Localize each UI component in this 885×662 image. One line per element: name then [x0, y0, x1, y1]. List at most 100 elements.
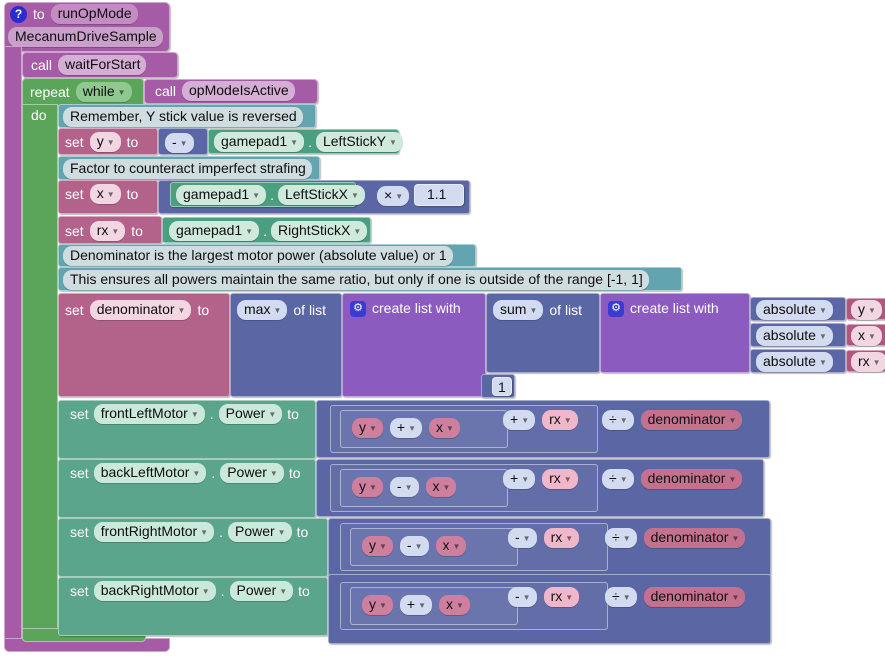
- divide-expression-row-1: y▼ -▼ x▼: [352, 477, 456, 497]
- set-y-variable-dropdown[interactable]: y▼: [90, 132, 121, 152]
- variable-rx-dropdown[interactable]: rx▼: [542, 410, 578, 430]
- variable-denominator-dropdown[interactable]: denominator▼: [644, 587, 746, 607]
- variable-y-dropdown[interactable]: y▼: [851, 300, 882, 320]
- blockly-workspace[interactable]: ? to runOpMode MecanumDriveSample call w…: [0, 0, 885, 662]
- gamepad-member-field[interactable]: RightStickX▼: [271, 221, 367, 241]
- motor-property-dropdown[interactable]: Power▼: [219, 404, 283, 424]
- gamepad-object-field[interactable]: gamepad1▼: [214, 132, 304, 152]
- chevron-down-icon: ▼: [731, 589, 739, 606]
- variable-denominator-dropdown[interactable]: denominator▼: [641, 469, 743, 489]
- motor-property-dropdown[interactable]: Power▼: [220, 463, 284, 483]
- opmodeisactive-name-field[interactable]: opModeIsActive: [182, 81, 295, 101]
- variable-x-dropdown[interactable]: x▼: [429, 418, 460, 438]
- max-of-list-row: max▼ of list: [237, 300, 326, 320]
- number-1point1-value[interactable]: 1.1: [427, 186, 446, 202]
- chevron-down-icon: ▼: [405, 479, 413, 496]
- chevron-down-icon: ▼: [111, 223, 119, 240]
- motor-name-dropdown[interactable]: frontLeftMotor▼: [94, 404, 205, 424]
- set-x-variable-dropdown[interactable]: x▼: [90, 184, 121, 204]
- set-label: set: [70, 524, 89, 541]
- variable-x-dropdown[interactable]: x▼: [426, 477, 457, 497]
- max-operator-dropdown[interactable]: max▼: [237, 300, 287, 320]
- repeat-mode-dropdown[interactable]: while▼: [76, 82, 132, 102]
- add-operator-dropdown-inner[interactable]: +▼: [400, 595, 432, 615]
- absolute-operator-dropdown[interactable]: absolute▼: [756, 300, 833, 320]
- chevron-down-icon: ▼: [408, 420, 416, 437]
- chevron-down-icon: ▼: [728, 412, 736, 429]
- gamepad-member-field[interactable]: LeftStickX▼: [278, 185, 365, 205]
- variable-denominator-dropdown[interactable]: denominator▼: [641, 410, 743, 430]
- gamepad-object-field[interactable]: gamepad1▼: [169, 221, 259, 241]
- divide-operator-dropdown[interactable]: ÷▼: [605, 528, 637, 548]
- gamepad-member-field[interactable]: LeftStickY▼: [316, 132, 403, 152]
- variable-x-dropdown[interactable]: x▼: [851, 326, 882, 346]
- motor-property-dropdown[interactable]: Power▼: [230, 581, 294, 601]
- set-y-row: set y▼ to: [65, 132, 138, 152]
- motor-name-dropdown[interactable]: backLeftMotor▼: [94, 463, 207, 483]
- motor-property-dropdown[interactable]: Power▼: [228, 522, 292, 542]
- to-label: to: [298, 583, 310, 600]
- procedure-name-field[interactable]: runOpMode: [51, 4, 138, 24]
- add-operator-dropdown-outer[interactable]: +▼: [503, 469, 535, 489]
- chevron-down-icon: ▼: [178, 302, 186, 319]
- to-label: to: [127, 134, 139, 151]
- waitforstart-name-field[interactable]: waitForStart: [58, 55, 146, 75]
- gear-icon[interactable]: ⚙: [350, 301, 366, 317]
- dot-separator: .: [270, 187, 274, 204]
- subtract-operator-dropdown-outer[interactable]: -▼: [508, 528, 537, 548]
- to-label: to: [297, 524, 309, 541]
- number-one-value[interactable]: 1: [498, 379, 506, 395]
- subtract-operator-dropdown-outer[interactable]: -▼: [508, 587, 537, 607]
- divide-operator-dropdown[interactable]: ÷▼: [602, 469, 634, 489]
- variable-x-dropdown[interactable]: x▼: [436, 536, 467, 556]
- subtract-operator-dropdown-inner[interactable]: -▼: [390, 477, 419, 497]
- variable-rx-dropdown[interactable]: rx▼: [851, 352, 885, 372]
- chevron-down-icon: ▼: [351, 187, 359, 204]
- set-rx-variable-dropdown[interactable]: rx▼: [90, 221, 126, 241]
- number-one-value-wrap: 1: [498, 379, 506, 397]
- add-operator-dropdown-inner[interactable]: +▼: [390, 418, 422, 438]
- absolute-y-wrap: absolute▼: [756, 300, 833, 320]
- chevron-down-icon: ▼: [731, 530, 739, 547]
- set-denominator-variable-dropdown[interactable]: denominator▼: [90, 300, 192, 320]
- variable-rx-dropdown[interactable]: rx▼: [542, 469, 578, 489]
- gear-icon[interactable]: ⚙: [608, 301, 624, 317]
- negate-operator-dropdown[interactable]: -▼: [165, 133, 194, 153]
- variable-y-dropdown[interactable]: y▼: [352, 477, 383, 497]
- gamepad-object-field[interactable]: gamepad1▼: [176, 185, 266, 205]
- variable-rx-dropdown[interactable]: rx▼: [544, 587, 580, 607]
- comment-text-1[interactable]: Remember, Y stick value is reversed: [63, 107, 303, 127]
- variable-denominator-dropdown[interactable]: denominator▼: [644, 528, 746, 548]
- absolute-operator-dropdown[interactable]: absolute▼: [756, 326, 833, 346]
- chevron-down-icon: ▼: [369, 420, 377, 437]
- to-label: to: [287, 406, 299, 423]
- chevron-down-icon: ▼: [623, 589, 631, 606]
- divide-operator-dropdown[interactable]: ÷▼: [602, 410, 634, 430]
- variable-x-abs-wrap: x▼: [851, 326, 882, 346]
- variable-rx-dropdown[interactable]: rx▼: [544, 528, 580, 548]
- question-mark-icon[interactable]: ?: [10, 6, 27, 23]
- subtract-operator-dropdown-inner[interactable]: -▼: [400, 536, 429, 556]
- variable-x-dropdown[interactable]: x▼: [439, 595, 470, 615]
- comment-text-4[interactable]: This ensures all powers maintain the sam…: [63, 270, 649, 290]
- dot-separator: .: [210, 406, 214, 423]
- comment-text-2[interactable]: Factor to counteract imperfect strafing: [63, 159, 312, 179]
- variable-y-dropdown[interactable]: y▼: [352, 418, 383, 438]
- sum-operator-dropdown[interactable]: sum▼: [493, 300, 543, 320]
- divide-operator-dropdown[interactable]: ÷▼: [605, 587, 637, 607]
- multiply-operator-dropdown[interactable]: ×▼: [377, 186, 409, 206]
- procedure-subname-field[interactable]: MecanumDriveSample: [8, 27, 163, 47]
- variable-y-dropdown[interactable]: y▼: [362, 536, 393, 556]
- repeat-while-row: repeat while▼: [30, 82, 132, 102]
- variable-y-dropdown[interactable]: y▼: [362, 595, 393, 615]
- create-list-label: create list with: [372, 300, 461, 317]
- set-backleftmotor-row: set backLeftMotor▼ . Power▼ to: [70, 463, 301, 483]
- motor-name-dropdown[interactable]: backRightMotor▼: [94, 581, 216, 601]
- motor-name-dropdown[interactable]: frontRightMotor▼: [94, 522, 214, 542]
- comment-text-3[interactable]: Denominator is the largest motor power (…: [63, 246, 453, 266]
- add-operator-dropdown-outer[interactable]: +▼: [503, 410, 535, 430]
- absolute-operator-dropdown[interactable]: absolute▼: [756, 352, 833, 372]
- create-list-inner-row: ⚙ create list with: [608, 300, 719, 317]
- chevron-down-icon: ▼: [389, 134, 397, 151]
- divide-expression-row-2: y▼ -▼ x▼: [362, 536, 466, 556]
